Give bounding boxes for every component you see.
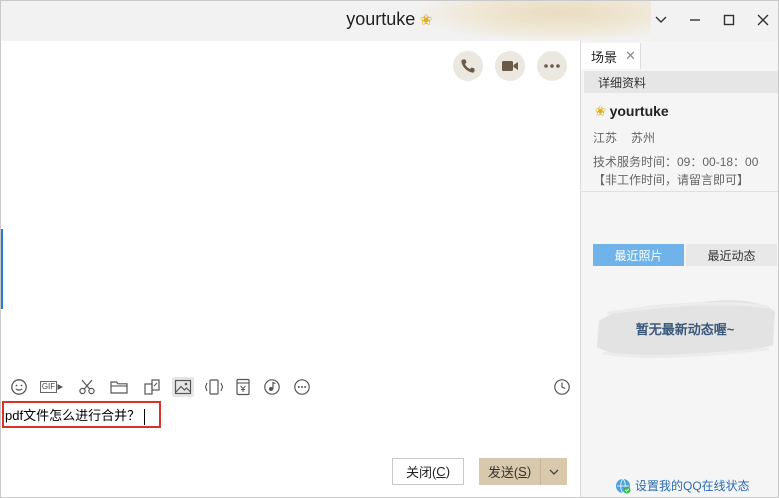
folder-icon[interactable]: [108, 377, 130, 397]
qq-status-link-text: 设置我的QQ在线状态: [635, 479, 750, 493]
message-area[interactable]: [1, 41, 580, 369]
profile-name[interactable]: ✬ yourtuke: [594, 102, 669, 120]
location-province: 江苏: [593, 131, 618, 145]
message-input-value: pdf文件怎么进行合并？: [5, 408, 141, 423]
red-packet-icon[interactable]: [232, 377, 254, 397]
empty-state-text: 暂无最新动态喔~: [635, 321, 735, 337]
music-icon[interactable]: [261, 377, 283, 397]
tab-close-icon[interactable]: ✕: [625, 48, 636, 64]
location: 江苏 苏州: [593, 129, 669, 146]
gif-label: GIF: [39, 381, 58, 393]
globe-check-icon: [616, 478, 631, 494]
video-icon: [502, 61, 518, 71]
send-options-chevron-icon[interactable]: [541, 458, 567, 485]
message-input-text[interactable]: pdf文件怎么进行合并？: [5, 405, 146, 425]
phone-icon: [461, 59, 475, 73]
input-toolbar: GIF: [1, 371, 580, 403]
maximize-icon[interactable]: [722, 10, 736, 30]
video-call-button[interactable]: [495, 51, 525, 81]
send-button[interactable]: 发送(S): [479, 458, 567, 485]
empty-state: 暂无最新动态喔~: [593, 283, 777, 373]
chat-window: yourtuke ✬ GIF pdf文件怎么进行合并？ 关闭(C) 发送(…: [0, 0, 779, 498]
close-button-label: 关闭(: [405, 465, 437, 480]
window-title-text: yourtuke: [346, 9, 416, 29]
shake-icon[interactable]: [203, 377, 225, 397]
title-bar[interactable]: yourtuke ✬: [1, 1, 778, 41]
close-button[interactable]: 关闭(C): [392, 458, 464, 485]
emoji-icon[interactable]: [8, 377, 30, 397]
shapes-icon[interactable]: [141, 377, 163, 397]
window-controls: [654, 10, 770, 30]
minimize-icon[interactable]: [688, 10, 702, 30]
section-header-details: 详细资料: [584, 71, 778, 93]
activity-tabs: 最近照片 最近动态: [593, 244, 777, 266]
service-hours: 技术服务时间：09：00-18：00【非工作时间，请留言即可】: [593, 155, 759, 187]
tab-recent-photos[interactable]: 最近照片: [593, 244, 684, 266]
send-button-label-wrap[interactable]: 发送(S): [479, 458, 541, 485]
send-button-label: 发送(: [487, 465, 519, 480]
star-icon: ✬: [594, 103, 607, 120]
close-button-suffix: ): [445, 464, 451, 479]
close-button-key: C: [436, 464, 446, 479]
star-icon: ✬: [419, 12, 433, 29]
image-icon[interactable]: [172, 377, 194, 397]
scroll-accent: [1, 229, 3, 309]
profile-name-text: yourtuke: [609, 103, 669, 119]
tab-recent-news[interactable]: 最近动态: [686, 244, 777, 266]
qq-status-link[interactable]: 设置我的QQ在线状态: [615, 477, 750, 494]
scissors-icon[interactable]: [76, 377, 98, 397]
tab-scene[interactable]: 场景 ✕: [581, 43, 641, 69]
info-panel: 场景 ✕ 详细资料 ✬ yourtuke 江苏 苏州 技术服务时间：09：00-1…: [581, 41, 778, 497]
more-actions-button[interactable]: [537, 51, 567, 81]
location-city: 苏州: [631, 131, 656, 145]
message-input[interactable]: pdf文件怎么进行合并？: [1, 403, 580, 453]
send-button-key: S: [518, 464, 527, 479]
send-button-suffix: ): [526, 464, 532, 479]
close-icon[interactable]: [756, 10, 770, 30]
more-tools-icon[interactable]: [291, 377, 313, 397]
panel-separator: [581, 191, 778, 192]
more-icon: [544, 64, 560, 68]
history-clock-icon[interactable]: [551, 377, 573, 397]
phone-call-button[interactable]: [453, 51, 483, 81]
gif-icon[interactable]: GIF: [39, 377, 65, 397]
text-caret: [144, 408, 146, 425]
chevron-down-icon[interactable]: [654, 10, 668, 30]
tab-scene-label: 场景: [591, 49, 618, 65]
